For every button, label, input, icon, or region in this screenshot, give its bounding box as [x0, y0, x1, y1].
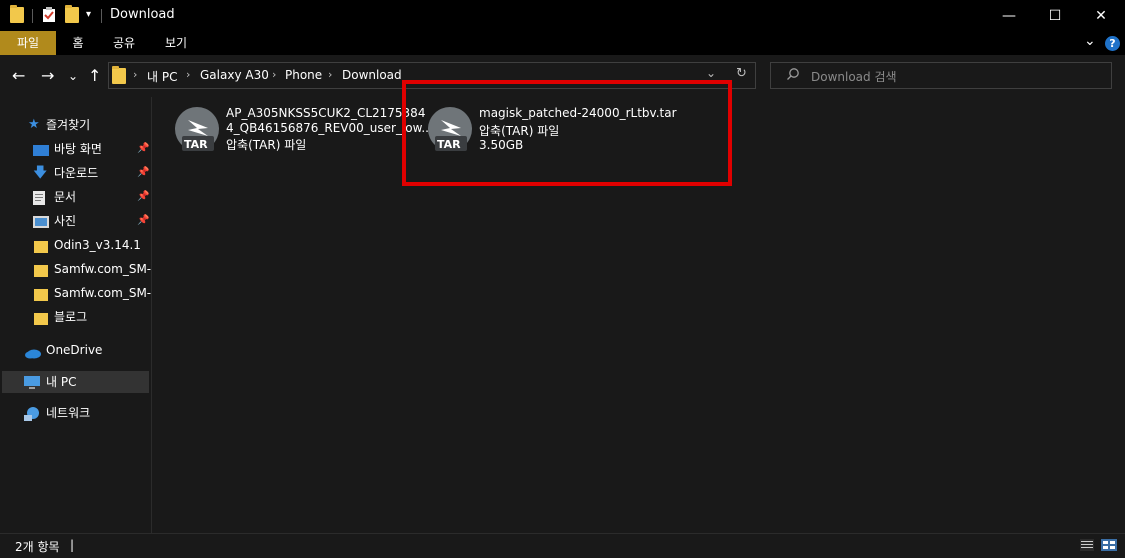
- refresh-icon[interactable]: ↻: [736, 66, 747, 81]
- status-separator: |: [70, 538, 75, 552]
- sidebar-item-odin3[interactable]: Odin3_v3.14.1: [33, 234, 151, 256]
- breadcrumb-separator[interactable]: ›: [328, 68, 332, 81]
- sidebar-item-downloads[interactable]: 🡇 다운로드 📌: [33, 162, 151, 184]
- folder-icon: [34, 310, 48, 325]
- document-icon: [33, 190, 47, 205]
- desktop-icon: [33, 142, 49, 156]
- status-bar: [0, 533, 1125, 558]
- file-name: AP_A305NKSS5CUK2_CL2175384: [226, 106, 426, 120]
- file-item[interactable]: TAR AP_A305NKSS5CUK2_CL2175384 4_QB46156…: [174, 106, 433, 166]
- sidebar-item-onedrive[interactable]: OneDrive: [24, 339, 150, 361]
- cloud-icon: [24, 344, 41, 359]
- divider: [101, 9, 102, 23]
- folder-icon: [34, 238, 48, 253]
- up-button[interactable]: ↑: [88, 66, 101, 86]
- help-icon[interactable]: ?: [1105, 36, 1120, 51]
- sidebar-item-pictures[interactable]: 사진 📌: [33, 210, 151, 232]
- back-button[interactable]: ←: [12, 66, 25, 86]
- network-icon: [24, 406, 39, 421]
- breadcrumb-phone[interactable]: Phone: [285, 68, 322, 82]
- tab-home[interactable]: 홈: [62, 31, 94, 55]
- maximize-button[interactable]: ☐: [1032, 0, 1078, 31]
- sidebar-item-samfw-n[interactable]: Samfw.com_SM-N: [33, 282, 151, 304]
- red-highlight-box: [402, 80, 732, 186]
- folder-icon: [10, 5, 24, 23]
- tab-share[interactable]: 공유: [106, 31, 142, 55]
- large-icons-view-icon[interactable]: [1101, 539, 1117, 554]
- divider: [32, 9, 33, 23]
- tab-view[interactable]: 보기: [158, 31, 194, 55]
- sidebar-item-quick-access[interactable]: ★ 즐겨찾기: [28, 114, 148, 136]
- sidebar-item-samfw-a[interactable]: Samfw.com_SM-A: [33, 258, 151, 280]
- new-folder-icon[interactable]: [65, 5, 79, 23]
- tar-icon-label: TAR: [184, 138, 208, 151]
- minimize-button[interactable]: —: [986, 0, 1032, 31]
- search-placeholder: Download 검색: [811, 70, 897, 84]
- search-icon: [786, 67, 800, 84]
- pin-icon: 📌: [137, 167, 150, 178]
- details-view-icon[interactable]: [1080, 539, 1094, 554]
- folder-icon: [112, 66, 126, 84]
- breadcrumb-separator[interactable]: ›: [272, 68, 276, 81]
- picture-icon: [33, 214, 49, 228]
- pin-icon: 📌: [137, 191, 150, 202]
- expand-ribbon-icon[interactable]: ⌄: [1084, 33, 1096, 49]
- sidebar-item-documents[interactable]: 문서 📌: [33, 186, 151, 208]
- file-type: 압축(TAR) 파일: [226, 138, 307, 152]
- item-count: 2개 항목: [15, 540, 60, 554]
- folder-icon: [34, 286, 48, 301]
- computer-icon: [24, 375, 40, 389]
- customize-qat-icon[interactable]: ▾: [86, 9, 91, 20]
- pin-icon: 📌: [137, 143, 150, 154]
- address-dropdown-icon[interactable]: ⌄: [706, 66, 716, 80]
- tab-file[interactable]: 파일: [0, 31, 56, 55]
- sidebar-item-blog[interactable]: 블로그: [33, 306, 151, 328]
- pin-icon: 📌: [137, 215, 150, 226]
- forward-button[interactable]: →: [41, 66, 54, 86]
- close-button[interactable]: ✕: [1078, 0, 1124, 31]
- breadcrumb-galaxy-a30[interactable]: Galaxy A30: [200, 68, 269, 82]
- breadcrumb-download[interactable]: Download: [342, 68, 402, 82]
- sidebar-item-mypc[interactable]: 내 PC: [24, 371, 148, 393]
- download-arrow-icon: 🡇: [33, 165, 48, 181]
- folder-icon: [34, 262, 48, 277]
- sidebar-item-network[interactable]: 네트워크: [24, 402, 150, 424]
- breadcrumb-separator[interactable]: ›: [186, 68, 190, 81]
- breadcrumb-mypc[interactable]: 내 PC: [147, 68, 177, 85]
- star-icon: ★: [28, 117, 40, 132]
- recent-locations-button[interactable]: ⌄: [68, 66, 78, 86]
- window-title: Download: [110, 7, 175, 22]
- sidebar-item-desktop[interactable]: 바탕 화면 📌: [33, 138, 151, 160]
- properties-icon[interactable]: [42, 7, 56, 26]
- breadcrumb-separator[interactable]: ›: [133, 68, 137, 81]
